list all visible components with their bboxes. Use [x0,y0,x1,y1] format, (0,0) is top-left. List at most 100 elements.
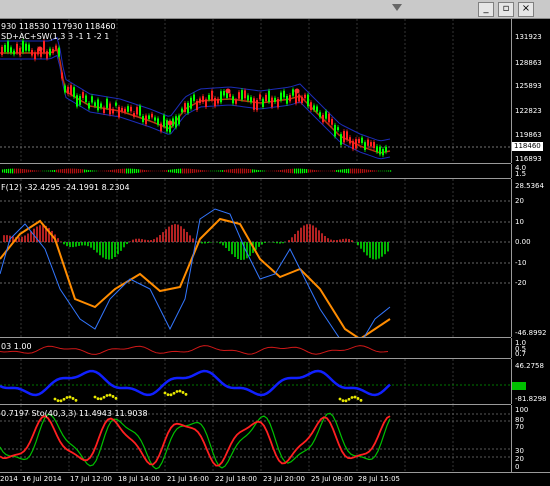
time-label: 25 Jul 08:00 [311,475,353,483]
mini-bar [78,169,79,173]
candle-body [241,90,243,100]
mini-bar [32,170,33,172]
stochastic-pane[interactable]: 0.7197 Sto(40,3,3) 11.4943 11.9038 [0,405,511,472]
candle-body [208,95,210,100]
price-axis[interactable]: 131923 128863 125893 122823 119863 11846… [511,19,550,163]
mini-bar [390,170,391,171]
cci-dot [100,397,103,400]
mini-bar [144,170,145,172]
cci-axis: 46.2758 -81.8298 [511,359,550,404]
mini-bar [234,169,235,173]
mini-bar [182,169,183,174]
mini-bar [238,169,239,174]
mini-bar [192,169,193,173]
candle-body [145,115,147,124]
candle-body [7,41,9,52]
mini-bar [110,170,111,172]
mini-bar [272,171,273,172]
mini-bar [70,169,71,174]
candle-body [103,108,105,113]
signal-dot [295,89,300,94]
oscillator-axis[interactable]: 28.5364 20 10 0.00 -10 -20 -46.8992 [511,179,550,337]
candle-body [28,45,30,52]
chart-area[interactable]: 930 118530 117930 118460 SD+AC+SW(1,3 3 … [0,19,550,485]
chart-shift-marker-icon[interactable] [392,4,402,11]
mini-bar [58,170,59,173]
mini-axis: 4.0 1.5 [511,164,550,178]
cci-pane[interactable] [0,359,511,405]
candle-body [202,96,204,102]
cci-dot [345,399,348,402]
candle-body [217,99,219,104]
mini-bar [50,170,51,171]
mini-bar [360,169,361,173]
osc-label: 28.5364 [515,182,544,190]
mini-bar [366,169,367,172]
osc-signal-line [0,219,390,337]
mini-bar [96,171,97,172]
mini-bar [302,169,303,173]
mini-bar [284,170,285,173]
candle-body [91,96,93,102]
mini-bar [108,170,109,171]
price-pane[interactable]: 930 118530 117930 118460 SD+AC+SW(1,3 3 … [0,19,511,164]
candle-body [187,103,189,113]
mini-bar [18,169,19,174]
cci-dot [339,398,342,401]
candle-body [346,131,348,140]
mini-bar [202,170,203,172]
cci-dot [106,394,109,397]
mini-bar [258,170,259,172]
candle-body [64,85,66,92]
candle-body [274,98,276,102]
mini-bar [40,171,41,172]
mini-bar [294,169,295,174]
mini-bar [378,171,379,172]
cci-dot [342,399,345,402]
atr-pane[interactable]: 03 1.00 [0,338,511,359]
minimize-button[interactable]: _ [478,2,494,17]
candle-body [352,141,354,149]
osc-main-line [0,209,390,337]
mini-bar [20,169,21,173]
mini-bar [168,170,169,172]
candle-body [184,103,186,112]
mini-bar [4,169,5,173]
mini-bar [336,170,337,172]
mini-bar [60,169,61,172]
time-label: 16 Jul 2014 [22,475,62,483]
candle-body [40,51,42,57]
cci-dot [66,396,69,399]
mini-bar [84,170,85,173]
candle-body [370,142,372,146]
mini-bar [162,171,163,172]
candle-body [364,142,366,150]
candle-body [70,85,72,95]
time-axis[interactable]: 2014 16 Jul 2014 17 Jul 12:00 18 Jul 14:… [0,472,550,486]
candle-body [223,91,225,95]
restore-button[interactable]: ▫ [498,2,514,17]
mini-bar [264,171,265,172]
candle-body [151,114,153,118]
candle-body [1,47,3,55]
mini-bar [292,169,293,174]
cci-dot [72,397,75,400]
mini-bar [244,169,245,174]
mini-bar [286,169,287,172]
candle-body [142,116,144,122]
oscillator-pane[interactable]: F(12) -32.4295 -24.1991 8.2304 [0,179,511,338]
mini-bar [318,170,319,171]
mini-histogram-pane[interactable] [0,164,511,179]
time-label: 17 Jul 12:00 [70,475,112,483]
mini-bar [252,169,253,172]
candle-body [82,92,84,98]
mini-bar [330,171,331,172]
cci-dot [176,390,179,393]
close-button[interactable]: × [518,2,534,17]
signal-dot [168,121,173,126]
mini-bar [256,170,257,172]
osc-label: 20 [515,197,524,205]
candle-body [211,91,213,101]
mini-bar [24,169,25,173]
candle-body [94,102,96,106]
